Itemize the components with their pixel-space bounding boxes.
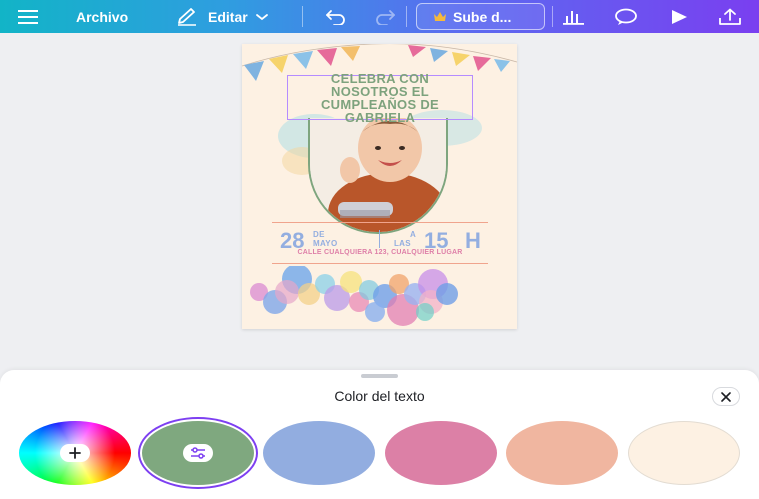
divider-line-bottom [272,263,488,264]
share-button[interactable] [719,0,741,33]
title-text-box[interactable]: CELEBRA CON NOSOTROS EL CUMPLEAÑOS DE GA… [287,70,473,124]
date-separator [379,230,380,248]
adjust-color-button[interactable] [183,444,213,462]
present-button[interactable] [670,0,688,33]
title-line: CELEBRA CON [330,70,430,86]
redo-button[interactable] [374,0,396,33]
add-color-button [60,444,90,462]
insights-button[interactable] [563,0,585,33]
date-de-label: DE [313,230,325,239]
drag-handle[interactable] [361,374,398,378]
divider-line-top [272,222,488,223]
top-toolbar: Archivo Editar Sube d... [0,0,759,33]
edit-menu-label: Editar [208,8,248,25]
panel-title: Color del texto [334,388,425,404]
upgrade-button[interactable]: Sube d... [416,3,545,30]
toolbar-divider [552,6,553,27]
toolbar-divider [406,6,407,27]
plus-icon [69,447,81,459]
play-icon [672,9,687,24]
color-swatch-rose-pink[interactable] [385,421,497,485]
design-page[interactable]: CELEBRA CON NOSOTROS EL CUMPLEAÑOS DE GA… [242,44,517,329]
toolbar-divider [302,6,303,27]
time-a-label: A [410,230,417,239]
menu-button[interactable] [18,0,38,33]
color-swatch-sage-green[interactable] [142,421,254,485]
color-swatch-periwinkle-blue[interactable] [263,421,375,485]
title-line: NOSOTROS EL [331,83,429,99]
crown-icon [434,12,446,21]
redo-icon [376,9,395,25]
undo-icon [326,9,345,25]
title-line: CUMPLEAÑOS DE [320,96,440,112]
custom-color-swatch[interactable] [19,421,131,485]
file-menu-button[interactable]: Archivo [76,0,128,33]
baby-photo-frame[interactable] [308,118,448,234]
title-line: GABRIELA [344,109,416,125]
baby-photo [310,118,446,232]
chevron-down-icon [255,13,268,20]
edit-menu-button[interactable]: Editar [176,0,269,33]
pencil-icon [178,7,196,26]
comments-button[interactable] [614,0,638,33]
upgrade-label: Sube d... [453,8,512,25]
time-las-label: LAS [394,239,411,248]
watercolor-balloons [250,266,458,326]
close-button[interactable] [712,387,740,406]
undo-button[interactable] [325,0,347,33]
text-color-panel: Color del texto [0,370,759,499]
comment-bubble-icon [615,8,637,25]
hamburger-menu-icon [18,9,38,24]
file-menu-label: Archivo [76,8,129,25]
adjust-sliders-icon [191,447,205,459]
color-swatch-peach[interactable] [506,421,618,485]
date-month: MAYO [313,239,338,248]
address-text[interactable]: CALLE CUALQUIERA 123, CUALQUIER LUGAR [272,249,488,256]
close-icon [721,391,731,402]
upload-share-icon [719,8,741,25]
color-swatch-cream[interactable] [628,421,740,485]
bar-chart-icon [563,10,584,25]
